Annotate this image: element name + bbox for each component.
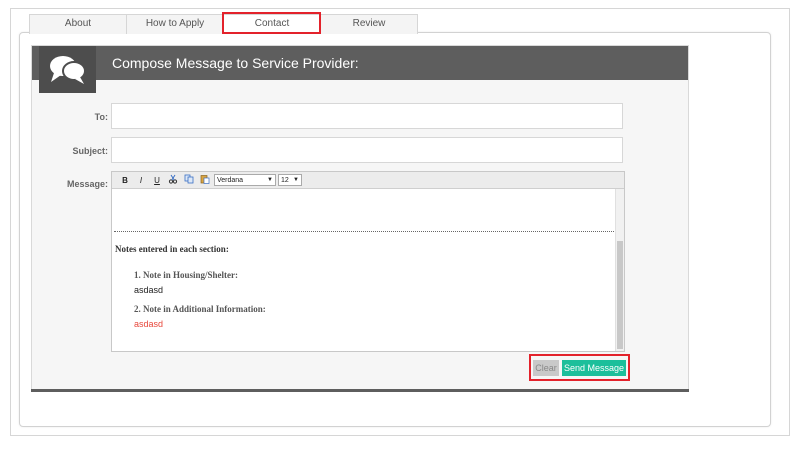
subject-input[interactable] [111,137,623,163]
editor-toolbar: B I U Verdana ▼ 12 ▼ [112,172,624,189]
copy-icon[interactable] [182,174,196,187]
size-select[interactable]: 12 ▼ [278,174,302,186]
tab-how-to-apply[interactable]: How to Apply [126,14,224,34]
note-title: 2. Note in Additional Information: [134,304,266,314]
scrollbar-thumb[interactable] [617,241,623,349]
to-label: To: [94,112,108,122]
paste-icon[interactable] [198,174,212,187]
chevron-down-icon: ▼ [293,177,299,183]
font-select[interactable]: Verdana ▼ [214,174,276,186]
message-label: Message: [66,179,108,189]
editor-scrollbar[interactable] [615,189,624,351]
panel-title: Compose Message to Service Provider: [112,55,359,71]
speech-bubbles-icon [39,46,96,93]
tab-review[interactable]: Review [320,14,418,34]
tab-contact[interactable]: Contact [223,14,321,34]
note-value: asdasd [134,319,164,329]
note-title: 1. Note in Housing/Shelter: [134,270,239,280]
panel-bottom-bar [31,389,689,392]
tab-about[interactable]: About [29,14,127,34]
panel-header: Compose Message to Service Provider: [32,46,688,80]
note-value: asdasd [134,285,164,295]
tab-bar: About How to Apply Contact Review [29,14,418,34]
clear-button[interactable]: Clear [533,360,559,376]
bold-button[interactable]: B [118,174,132,187]
notes-heading: Notes entered in each section: [115,244,229,254]
italic-button[interactable]: I [134,174,148,187]
underline-button[interactable]: U [150,174,164,187]
send-message-button[interactable]: Send Message [562,360,626,376]
message-editor[interactable]: B I U Verdana ▼ 12 ▼ Notes entered in each… [111,171,625,352]
font-select-value: Verdana [217,177,244,184]
to-input[interactable] [111,103,623,129]
editor-content[interactable]: Notes entered in each section: 1. Note i… [112,189,617,351]
separator-line [114,231,616,232]
chevron-down-icon: ▼ [267,177,273,183]
subject-label: Subject: [72,146,108,156]
cut-icon[interactable] [166,174,180,187]
size-select-value: 12 [281,177,289,184]
